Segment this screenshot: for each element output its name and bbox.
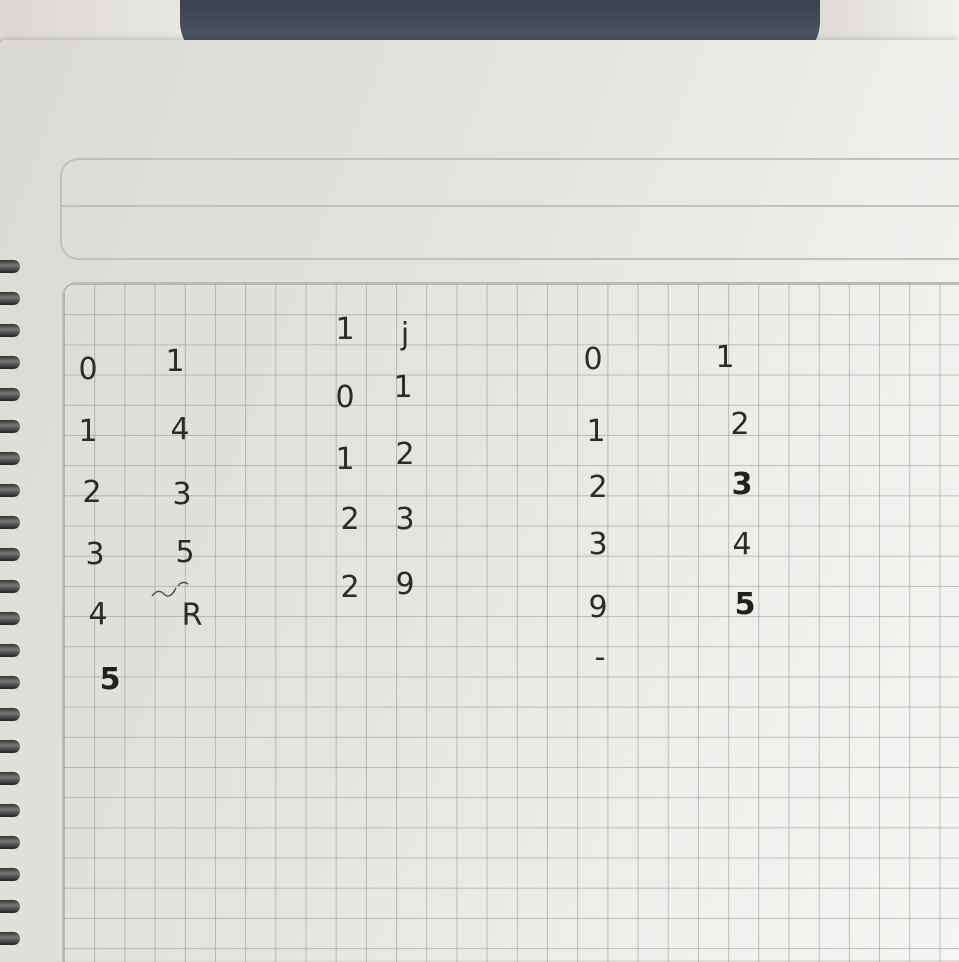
col6-value: 5: [734, 587, 756, 622]
col1-value: 3: [85, 537, 105, 572]
scribble-mark: [151, 581, 189, 597]
col5-value: 0: [583, 342, 603, 377]
page-header-box: [60, 158, 959, 260]
col2-value: 5: [175, 535, 195, 570]
col5-value: 1: [586, 414, 606, 449]
col2-value: 1: [165, 344, 185, 379]
col2-value: 3: [172, 477, 192, 512]
header-i: 1: [335, 312, 355, 347]
col1-value: 2: [82, 475, 102, 510]
col4-value: 3: [395, 502, 415, 537]
col5-value: 3: [588, 527, 608, 562]
col1-value: 4: [88, 597, 108, 632]
col6-value: 1: [715, 340, 735, 375]
col4-value: 1: [393, 370, 413, 405]
col2-value: 4: [170, 412, 190, 447]
spiral-binding: [0, 230, 24, 960]
col3-value: 0: [335, 380, 355, 415]
col4-value: 9: [395, 567, 415, 602]
col4-value: 2: [395, 437, 415, 472]
header-j: j: [400, 317, 410, 352]
page-header-divider: [60, 205, 959, 207]
col5-value: -: [594, 640, 606, 675]
col5-value: 9: [588, 590, 608, 625]
col6-value: 3: [731, 467, 753, 502]
col3-value: 2: [340, 502, 360, 537]
col3-value: 1: [335, 442, 355, 477]
col2-value: R: [181, 598, 203, 633]
col1-value: 0: [78, 352, 98, 387]
col6-value: 4: [732, 527, 752, 562]
col3-value: 2: [340, 570, 360, 605]
col5-value: 2: [588, 470, 608, 505]
col1-value: 1: [78, 414, 98, 449]
col6-value: 2: [730, 407, 750, 442]
col1-value: 5: [99, 662, 121, 697]
